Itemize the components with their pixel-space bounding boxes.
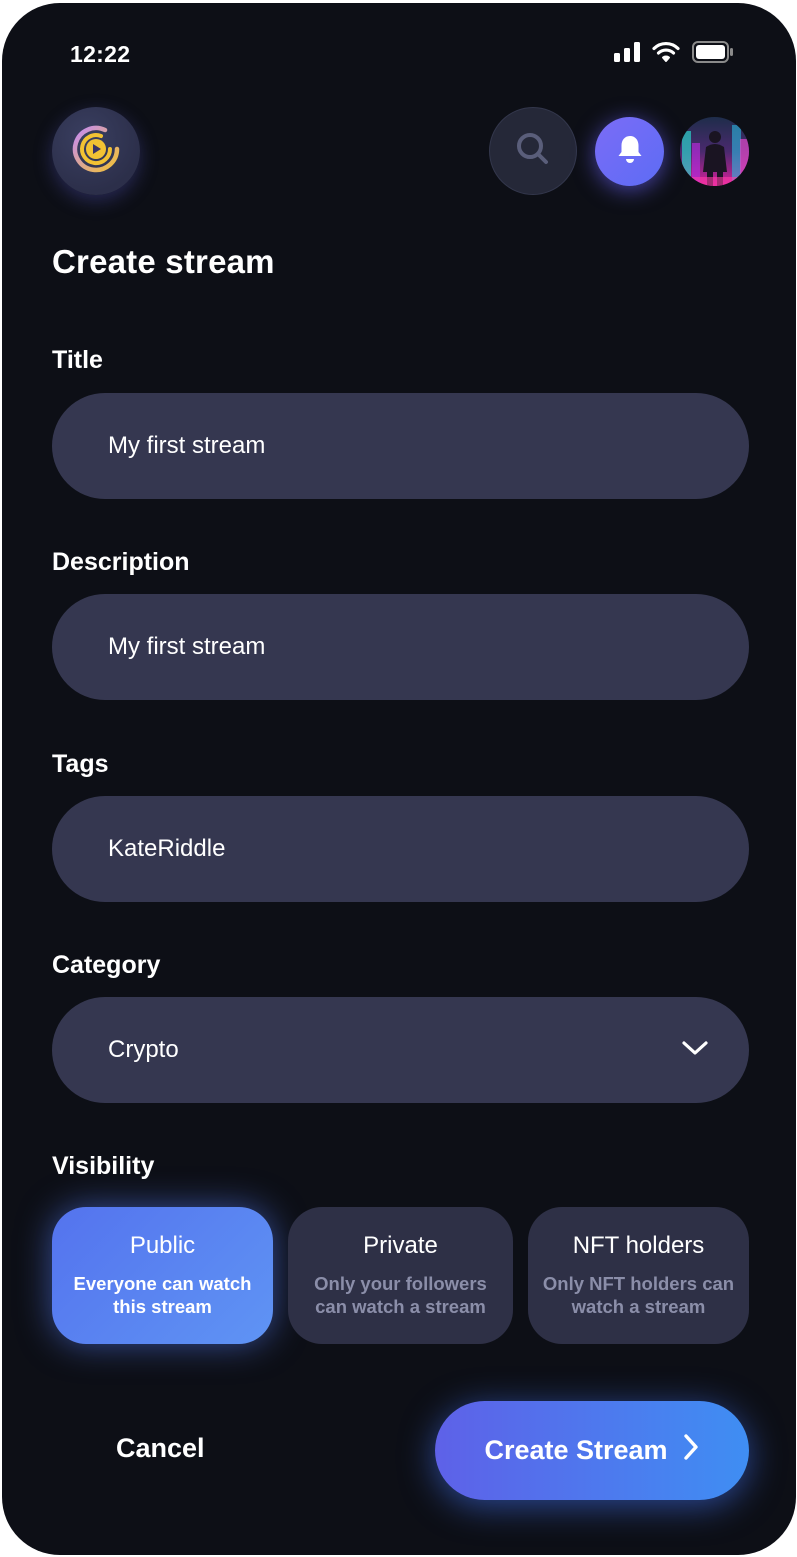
visibility-option-private[interactable]: Private Only your followers can watch a … <box>288 1207 513 1344</box>
description-input[interactable]: My first stream <box>52 594 749 700</box>
title-label: Title <box>52 346 103 374</box>
category-label: Category <box>52 951 161 979</box>
title-input-value: My first stream <box>108 432 266 459</box>
user-avatar[interactable] <box>680 117 749 186</box>
tags-input-value: KateRiddle <box>108 835 226 862</box>
create-stream-button[interactable]: Create Stream <box>435 1401 749 1500</box>
cancel-button[interactable]: Cancel <box>116 1433 205 1464</box>
bell-icon <box>616 134 644 169</box>
notifications-button[interactable] <box>595 117 664 186</box>
visibility-option-public[interactable]: Public Everyone can watch this stream <box>52 1207 273 1344</box>
phone-screen: 12:22 Create stream Title My first strea… <box>2 3 796 1555</box>
category-select[interactable]: Crypto <box>52 997 749 1103</box>
battery-icon <box>692 40 734 68</box>
page-title: Create stream <box>52 243 275 280</box>
tags-label: Tags <box>52 750 109 778</box>
visibility-option-description: Everyone can watch this stream <box>73 1273 252 1317</box>
wifi-icon <box>652 41 680 68</box>
signal-bars-icon <box>614 41 640 67</box>
visibility-option-nft-holders[interactable]: NFT holders Only NFT holders can watch a… <box>528 1207 749 1344</box>
visibility-option-title: Private <box>363 1232 438 1259</box>
play-logo-icon <box>67 120 125 183</box>
app-logo[interactable] <box>52 107 140 195</box>
create-stream-label: Create Stream <box>484 1435 668 1465</box>
description-label: Description <box>52 548 190 576</box>
category-select-value: Crypto <box>108 1036 179 1063</box>
search-button[interactable] <box>489 107 577 195</box>
status-icons <box>614 40 734 68</box>
search-icon <box>513 129 553 174</box>
visibility-option-title: Public <box>129 1232 196 1259</box>
visibility-label: Visibility <box>52 1152 155 1180</box>
chevron-right-icon <box>682 1433 700 1468</box>
title-input[interactable]: My first stream <box>52 393 749 499</box>
visibility-option-description: Only NFT holders can watch a stream <box>542 1273 735 1317</box>
chevron-down-icon <box>681 1036 709 1064</box>
visibility-option-description: Only your followers can watch a stream <box>314 1273 487 1317</box>
visibility-option-title: NFT holders <box>572 1232 705 1259</box>
description-input-value: My first stream <box>108 633 266 660</box>
tags-input[interactable]: KateRiddle <box>52 796 749 902</box>
status-time: 12:22 <box>70 41 131 67</box>
